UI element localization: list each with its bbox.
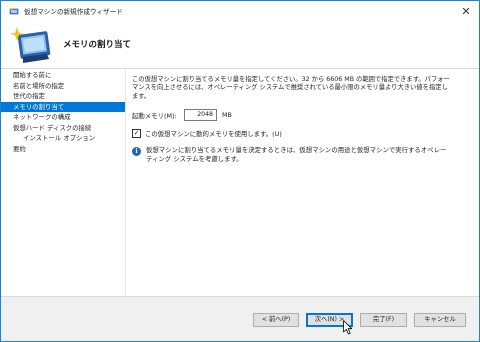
step-assign-memory[interactable]: メモリの割り当て [1,101,125,112]
description-line: ます。 [132,92,151,100]
finish-button[interactable]: 完了(F) [360,313,407,327]
memory-info: i 仮想マシンに割り当てるメモリ量を決定するときは、仮想マシンの用途と仮想マシン… [132,146,472,163]
step-summary[interactable]: 要約 [1,144,125,155]
app-icon [9,6,19,16]
mouse-pointer-icon [343,320,353,335]
wizard-step-list: 開始する前に 名前と場所の指定 世代の指定 メモリの割り当て ネットワークの構成… [1,70,125,296]
window-title: 仮想マシンの新規作成ウィザード [24,8,123,16]
step-configure-networking[interactable]: ネットワークの構成 [1,112,125,123]
info-line: ティング システムを考慮します。 [146,154,243,163]
close-icon[interactable]: ✕ [459,4,473,18]
startup-memory-row: 起動メモリ(M): 2048 MB [132,109,472,122]
cancel-button[interactable]: キャンセル [414,313,466,327]
back-button[interactable]: < 前へ(P) [253,313,299,327]
startup-memory-input[interactable]: 2048 [184,109,217,122]
wizard-window: 仮想マシンの新規作成ウィザード ✕ メモリの割り当て 開始する前に 名前と場所の… [0,0,480,342]
dynamic-memory-label[interactable]: この仮想マシンに動的メモリを使用します。(U) [145,129,282,138]
step-specify-name-location[interactable]: 名前と場所の指定 [1,81,125,92]
wizard-header: メモリの割り当て [1,21,479,69]
dynamic-memory-row: ✓ この仮想マシンに動的メモリを使用します。(U) [132,129,472,139]
nav-divider [125,70,126,296]
main-content: この仮想マシンに割り当てるメモリ量を指定してください。32 から 6606 MB… [132,76,472,163]
step-before-you-begin[interactable]: 開始する前に [1,70,125,81]
computer-with-sparkle-icon [9,25,55,65]
dynamic-memory-checkbox[interactable]: ✓ [132,129,141,139]
description-line: マンスを向上させるには、オペレーティング システムで推奨されている最小限のメモリ… [132,84,448,92]
page-title: メモリの割り当て [63,40,132,50]
step-connect-virtual-hard-disk[interactable]: 仮想ハード ディスクの接続 [1,123,125,134]
step-specify-generation[interactable]: 世代の指定 [1,91,125,102]
memory-description: この仮想マシンに割り当てるメモリ量を指定してください。32 から 6606 MB… [132,76,472,101]
startup-memory-label: 起動メモリ(M): [132,111,177,120]
wizard-footer: < 前へ(P) 次へ(N) > 完了(F) キャンセル [1,297,479,341]
info-text: 仮想マシンに割り当てるメモリ量を決定するときは、仮想マシンの用途と仮想マシンで実… [146,146,446,163]
startup-memory-unit: MB [222,111,232,120]
info-icon: i [132,147,141,157]
info-line: 仮想マシンに割り当てるメモリ量を決定するときは、仮想マシンの用途と仮想マシンで実… [146,146,447,155]
step-installation-options[interactable]: インストール オプション [1,133,125,144]
title-bar: 仮想マシンの新規作成ウィザード ✕ [1,1,479,21]
